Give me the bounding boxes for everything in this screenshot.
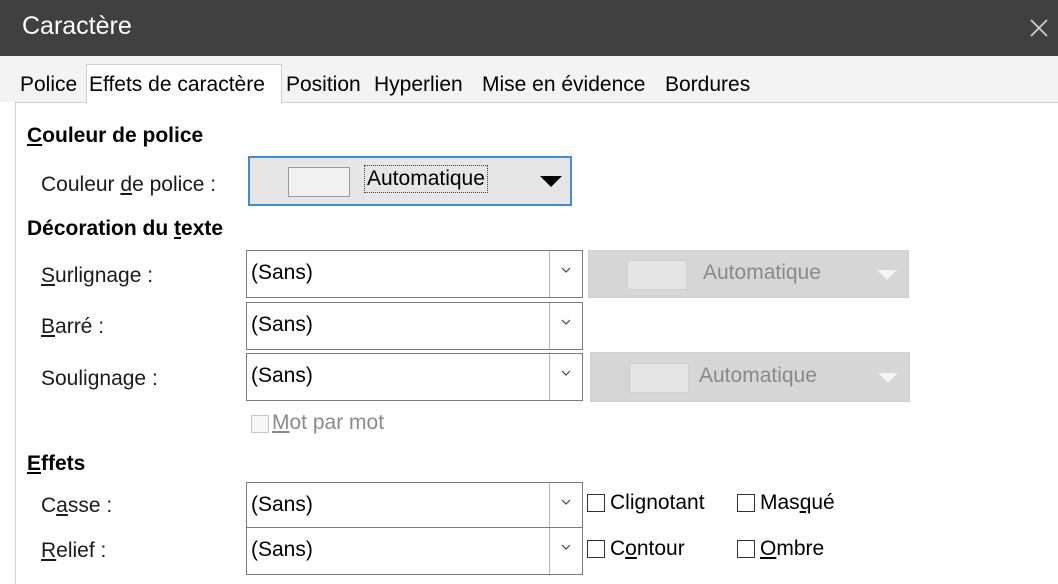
word-by-word-label: Mot par mot: [272, 411, 385, 434]
blinking-checkbox[interactable]: [587, 494, 605, 512]
chevron-down-icon: [561, 267, 571, 273]
relief-select[interactable]: (Sans): [246, 527, 583, 575]
font-color-value: Automatique: [364, 165, 488, 193]
strikethrough-value: (Sans): [251, 313, 313, 336]
underline-color-swatch: [629, 363, 689, 393]
overline-color-swatch: [627, 260, 687, 290]
outline-label: Contour: [610, 537, 685, 560]
underline-value: (Sans): [251, 364, 313, 387]
strikethrough-select-button[interactable]: [549, 303, 582, 349]
chevron-down-icon: [561, 499, 571, 505]
relief-select-button[interactable]: [549, 528, 582, 574]
overline-color-value: Automatique: [703, 261, 821, 284]
tab-effets-de-caractere[interactable]: Effets de caractère: [86, 64, 282, 104]
tab-mise-en-evidence[interactable]: Mise en évidence: [482, 67, 645, 103]
overline-value: (Sans): [251, 261, 313, 284]
font-color-label: Couleur de police :: [41, 173, 217, 196]
dropdown-arrow-icon: [877, 270, 897, 280]
outline-checkbox[interactable]: [587, 540, 605, 558]
dropdown-arrow-icon: [878, 373, 898, 383]
tab-bordures[interactable]: Bordures: [665, 67, 750, 103]
strikethrough-label: Barré :: [41, 315, 105, 338]
strikethrough-select[interactable]: (Sans): [246, 302, 583, 350]
tab-hyperlien[interactable]: Hyperlien: [374, 67, 463, 103]
case-select-button[interactable]: [549, 483, 582, 529]
effects-heading: Effets: [27, 452, 86, 475]
title-bar: Caractère: [0, 0, 1058, 56]
chevron-down-icon: [561, 370, 571, 376]
overline-select-button[interactable]: [549, 251, 582, 297]
chevron-down-icon: [561, 544, 571, 550]
underline-select[interactable]: (Sans): [246, 353, 583, 401]
case-label: Casse :: [41, 494, 113, 517]
font-color-dropdown[interactable]: Automatique: [248, 156, 572, 206]
shadow-label: Ombre: [760, 537, 825, 560]
underline-color-value: Automatique: [699, 364, 817, 387]
relief-label: Relief :: [41, 539, 107, 562]
window-title: Caractère: [22, 12, 132, 40]
text-decoration-heading: Décoration du texte: [27, 217, 224, 240]
word-by-word-checkbox[interactable]: [251, 415, 269, 433]
underline-color-dropdown: Automatique: [590, 352, 910, 402]
underline-label: Soulignage :: [41, 367, 158, 390]
overline-label: Surlignage :: [41, 264, 154, 287]
close-icon[interactable]: [1025, 14, 1053, 42]
blinking-label: Clignotant: [610, 491, 705, 514]
hidden-label: Masqué: [760, 491, 835, 514]
case-select[interactable]: (Sans): [246, 482, 583, 530]
font-color-swatch: [288, 167, 350, 197]
overline-select[interactable]: (Sans): [246, 250, 583, 298]
underline-select-button[interactable]: [549, 354, 582, 400]
overline-color-dropdown: Automatique: [588, 250, 909, 298]
tab-police[interactable]: Police: [20, 67, 77, 103]
tab-position[interactable]: Position: [286, 67, 361, 103]
hidden-checkbox[interactable]: [737, 494, 755, 512]
chevron-down-icon: [561, 319, 571, 325]
relief-value: (Sans): [251, 538, 313, 561]
dropdown-arrow-icon: [540, 176, 562, 187]
shadow-checkbox[interactable]: [737, 540, 755, 558]
case-value: (Sans): [251, 493, 313, 516]
font-color-heading: Couleur de police: [27, 124, 204, 147]
